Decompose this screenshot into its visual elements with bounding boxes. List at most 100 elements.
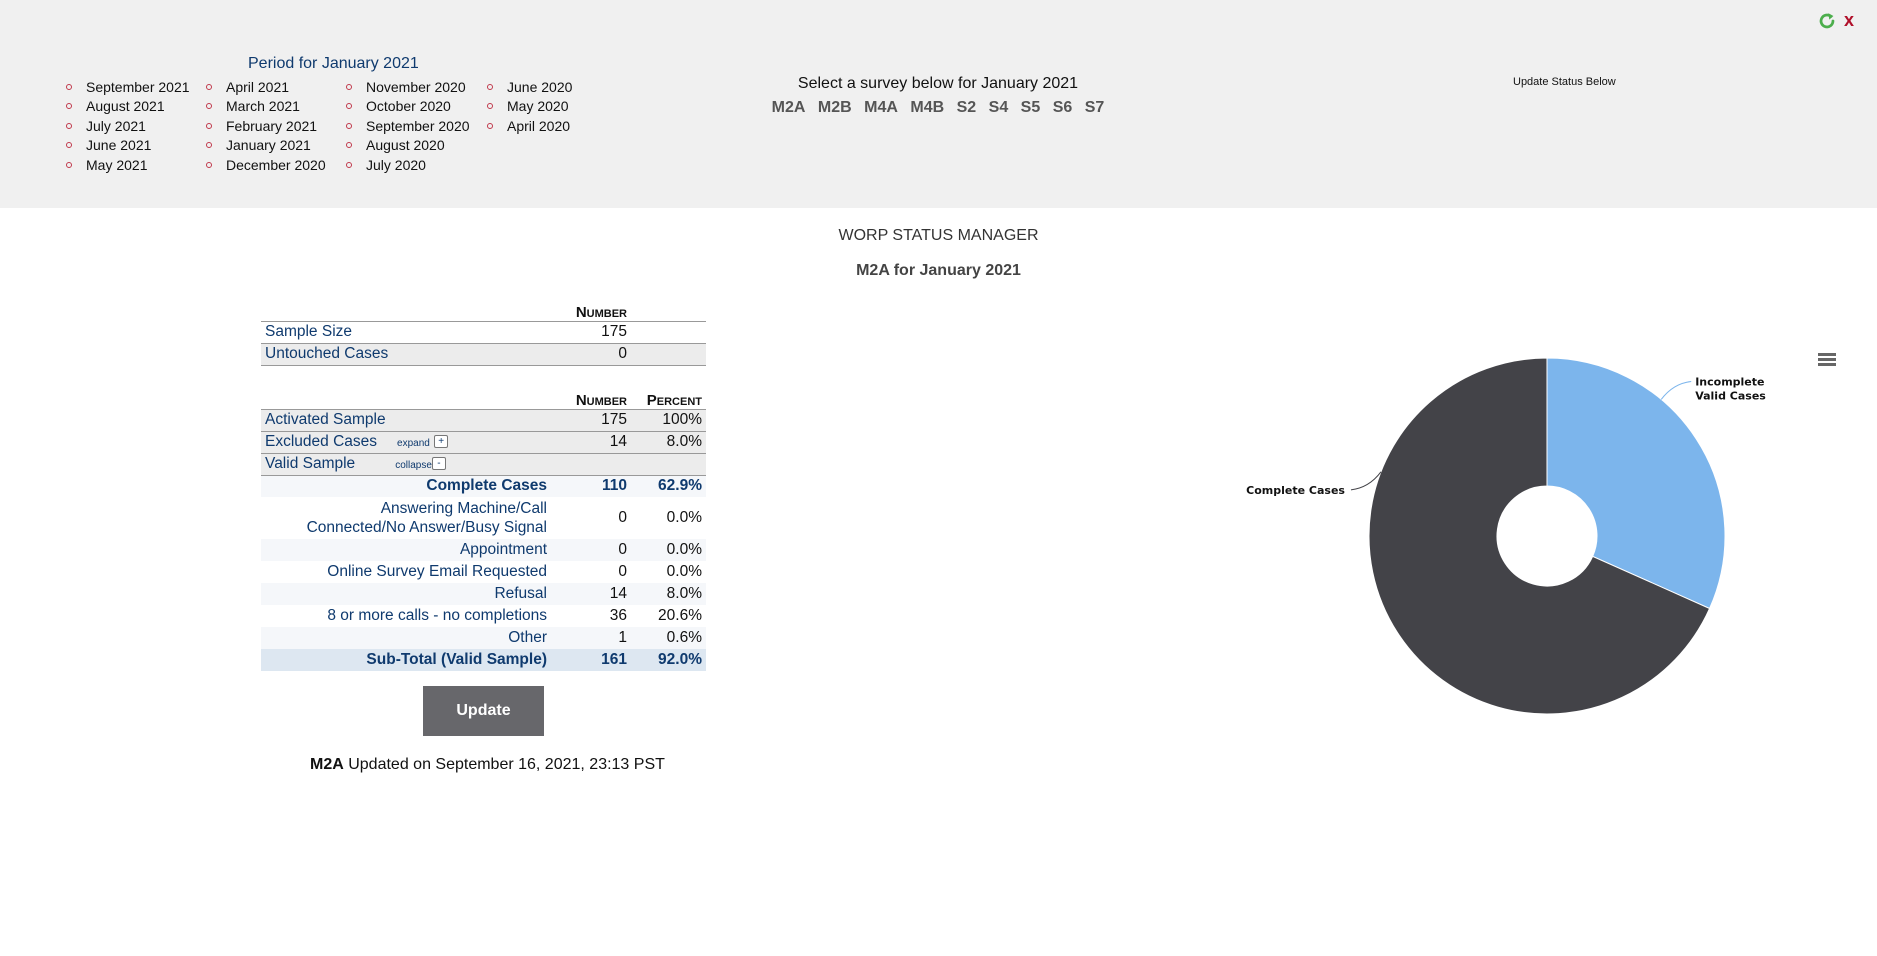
table-row: Answering Machine/Call Connected/No Answe… (261, 497, 706, 539)
row-percent: 62.9% (631, 475, 706, 497)
period-list-col-3: November 2020 October 2020 September 202… (346, 77, 470, 175)
refresh-icon[interactable] (1816, 9, 1838, 33)
bullet-icon (206, 83, 212, 90)
bullet-icon (66, 103, 72, 110)
updated-survey: M2A (310, 756, 344, 773)
table-row-excluded: Excluded Cases expand + 14 8.0% (261, 431, 706, 454)
survey-link-m2a[interactable]: M2A (772, 99, 806, 116)
period-item[interactable]: January 2021 (206, 136, 326, 156)
table-row: Appointment 0 0.0% (261, 539, 706, 561)
row-number: 36 (609, 607, 627, 624)
bullet-icon (346, 142, 352, 149)
survey-link-m4b[interactable]: M4B (910, 99, 944, 116)
status-table: Number Percent Activated Sample 175 100%… (261, 388, 706, 671)
table-row: Untouched Cases 0 (261, 343, 706, 366)
row-label: Appointment (261, 539, 551, 561)
table-row-activated: Activated Sample 175 100% (261, 409, 706, 432)
row-number: 161 (551, 649, 631, 671)
row-label: Valid Sample (265, 455, 356, 472)
period-item[interactable]: May 2020 (487, 97, 572, 117)
period-item[interactable]: December 2020 (206, 155, 326, 175)
row-percent: 8.0% (631, 431, 706, 454)
row-label: Sub-Total (Valid Sample) (261, 649, 551, 671)
untouched-cases-value: 0 (551, 343, 631, 366)
number-header: Number (551, 388, 631, 410)
row-percent: 0.0% (631, 539, 706, 561)
bullet-icon (66, 142, 72, 149)
table-row: Complete Cases 110 62.9% (261, 475, 706, 497)
row-percent: 92.0% (631, 649, 706, 671)
period-item[interactable]: April 2021 (206, 77, 326, 97)
top-panel: Period for January 2021 September 2021 A… (0, 0, 1877, 208)
period-item[interactable]: February 2021 (206, 116, 326, 136)
number-header: Number (551, 300, 631, 322)
bullet-icon (487, 103, 493, 110)
row-number: 0 (618, 563, 627, 580)
row-percent: 0.0% (666, 509, 702, 526)
row-percent: 0.6% (631, 627, 706, 649)
period-item[interactable]: October 2020 (346, 97, 470, 117)
survey-link-m2b[interactable]: M2B (818, 99, 852, 116)
table-row-valid: Valid Sample collapse - (261, 453, 706, 476)
sample-size-label: Sample Size (261, 321, 551, 344)
expand-button[interactable]: + (434, 435, 449, 449)
period-item[interactable]: November 2020 (346, 77, 470, 97)
bullet-icon (346, 161, 352, 168)
period-item[interactable]: July 2020 (346, 155, 470, 175)
row-label: Refusal (261, 583, 551, 605)
bullet-icon (487, 122, 493, 129)
table-row: Online Survey Email Requested 0 0.0% (261, 561, 706, 583)
pie-label: Complete Cases (1246, 484, 1345, 497)
row-label: Complete Cases (261, 475, 551, 497)
row-label: Other (261, 627, 551, 649)
period-item[interactable]: August 2020 (346, 136, 470, 156)
row-number: 1 (551, 627, 631, 649)
row-label: Excluded Cases (265, 433, 378, 450)
survey-link-s6[interactable]: S6 (1053, 99, 1073, 116)
table-row: Other 1 0.6% (261, 627, 706, 649)
bullet-icon (66, 83, 72, 90)
expand-label: expand (397, 438, 430, 449)
survey-link-m4a[interactable]: M4A (864, 99, 898, 116)
row-number: 175 (551, 409, 631, 432)
survey-link-s2[interactable]: S2 (957, 99, 977, 116)
bullet-icon (346, 103, 352, 110)
update-status-text: Update Status Below (1513, 76, 1616, 88)
update-button[interactable]: Update (423, 686, 544, 736)
table-row-subtotal: Sub-Total (Valid Sample) 161 92.0% (261, 649, 706, 671)
percent-header: Percent (631, 388, 706, 410)
row-number: 110 (551, 475, 631, 497)
period-item[interactable]: September 2021 (66, 77, 190, 97)
row-number: 0 (551, 539, 631, 561)
table-row: Refusal 14 8.0% (261, 583, 706, 605)
period-item[interactable]: September 2020 (346, 116, 470, 136)
survey-link-s7[interactable]: S7 (1085, 99, 1105, 116)
close-icon[interactable]: x (1844, 10, 1854, 31)
bullet-icon (487, 83, 493, 90)
row-number: 14 (551, 431, 631, 454)
bullet-icon (206, 161, 212, 168)
period-list-col-2: April 2021 March 2021 February 2021 Janu… (206, 77, 326, 175)
collapse-button[interactable]: - (431, 457, 446, 471)
sample-table: Number Sample Size 175 Untouched Cases 0 (261, 300, 706, 366)
period-list-col-1: September 2021 August 2021 July 2021 Jun… (66, 77, 190, 175)
period-item[interactable]: April 2020 (487, 116, 572, 136)
period-item[interactable]: August 2021 (66, 97, 190, 117)
period-list-col-4: June 2020 May 2020 April 2020 (487, 77, 572, 136)
bullet-icon (66, 161, 72, 168)
period-item[interactable]: July 2021 (66, 116, 190, 136)
hamburger-menu-icon[interactable] (1818, 353, 1836, 369)
table-row: 8 or more calls - no completions 36 20.6… (261, 605, 706, 627)
survey-link-s5[interactable]: S5 (1021, 99, 1041, 116)
pie-label-connector (1660, 380, 1692, 400)
survey-link-s4[interactable]: S4 (989, 99, 1009, 116)
row-percent: 100% (631, 409, 706, 432)
period-item[interactable]: June 2021 (66, 136, 190, 156)
period-item[interactable]: March 2021 (206, 97, 326, 117)
period-item[interactable]: June 2020 (487, 77, 572, 97)
bullet-icon (206, 122, 212, 129)
period-item[interactable]: May 2021 (66, 155, 190, 175)
row-label: 8 or more calls - no completions (327, 607, 547, 624)
bullet-icon (206, 103, 212, 110)
pie-label: Incomplete Valid Cases (1695, 375, 1766, 402)
